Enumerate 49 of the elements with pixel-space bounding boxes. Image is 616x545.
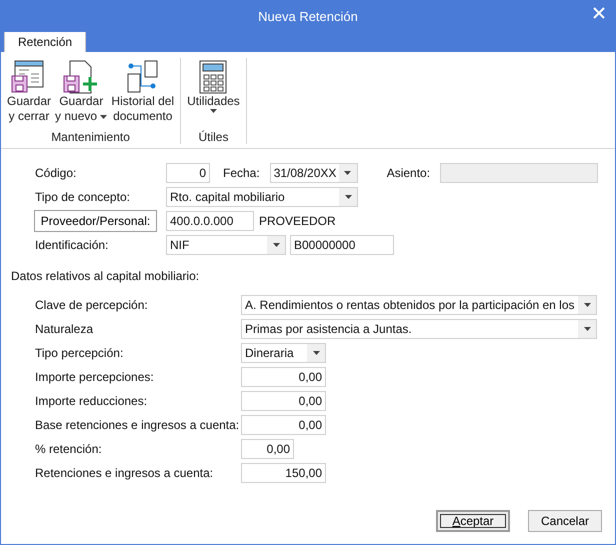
account-field[interactable]: 400.0.0.000 bbox=[166, 211, 254, 231]
dropdown[interactable]: Primas por asistencia a Juntas. bbox=[241, 319, 597, 339]
field-label: Importe reducciones: bbox=[35, 394, 148, 408]
field-label: Naturaleza bbox=[35, 322, 94, 336]
close-icon[interactable] bbox=[593, 7, 605, 19]
field-label: Asiento: bbox=[386, 166, 430, 180]
ribbon-button[interactable]: Guardar y nuevo bbox=[53, 58, 110, 130]
dialog-button[interactable]: Aceptar bbox=[436, 510, 510, 532]
field-label: % retención: bbox=[35, 442, 103, 456]
caret-icon bbox=[344, 195, 352, 199]
group-label: Útiles bbox=[198, 130, 228, 144]
ribbon-button[interactable]: Guardar y cerrar bbox=[5, 58, 54, 130]
field-label: Base retenciones e ingresos a cuenta: bbox=[35, 418, 240, 432]
dropdown[interactable]: Dineraria bbox=[241, 343, 326, 363]
calculator-icon bbox=[198, 60, 228, 94]
supplier-name: PROVEEDOR bbox=[259, 214, 336, 228]
field-label: Tipo de concepto: bbox=[35, 190, 131, 204]
amount-field[interactable]: 0,00 bbox=[241, 391, 326, 411]
field-label: Código: bbox=[35, 166, 78, 180]
save-new-icon bbox=[63, 60, 100, 94]
field-label: Identificación: bbox=[35, 238, 110, 252]
id-field[interactable]: B00000000 bbox=[290, 235, 394, 255]
group-label: Mantenimiento bbox=[51, 130, 130, 144]
caret-icon bbox=[312, 351, 320, 355]
supplier-button[interactable]: Proveedor/Personal: bbox=[34, 210, 157, 232]
window-title: Nueva Retención bbox=[258, 8, 358, 24]
field-label: Importe percepciones: bbox=[35, 370, 155, 384]
caret-icon bbox=[272, 243, 280, 247]
field-label: Tipo percepción: bbox=[35, 346, 124, 360]
date-dropdown[interactable]: 31/08/20XX bbox=[270, 163, 358, 183]
ribbon-tab[interactable]: Retención bbox=[4, 31, 86, 52]
amount-field[interactable]: 0,00 bbox=[241, 367, 326, 387]
field-label: Clave de percepción: bbox=[35, 298, 149, 312]
ribbon-button[interactable]: Historial del documento bbox=[109, 58, 176, 130]
dialog-button[interactable]: Cancelar bbox=[528, 510, 602, 532]
section-title: Datos relativos al capital mobiliario: bbox=[11, 269, 200, 283]
field-label: Retenciones e ingresos a cuenta: bbox=[35, 466, 214, 480]
code-field[interactable]: 0 bbox=[166, 163, 210, 183]
ribbon-button[interactable]: Utilidades bbox=[185, 58, 242, 130]
field-label: Fecha: bbox=[223, 166, 260, 180]
amount-field[interactable]: 0,00 bbox=[241, 415, 326, 435]
dropdown[interactable]: A. Rendimientos o rentas obtenidos por la participación en los bbox=[241, 295, 597, 315]
caret-icon bbox=[344, 171, 352, 175]
amount-field[interactable]: 150,00 bbox=[241, 463, 326, 483]
caret-icon bbox=[584, 327, 590, 331]
id-type-dropdown[interactable]: NIF bbox=[166, 235, 286, 255]
amount-field[interactable]: 0,00 bbox=[241, 439, 294, 459]
concept-dropdown[interactable]: Rto. capital mobiliario bbox=[166, 187, 358, 207]
caret-icon bbox=[584, 303, 590, 307]
